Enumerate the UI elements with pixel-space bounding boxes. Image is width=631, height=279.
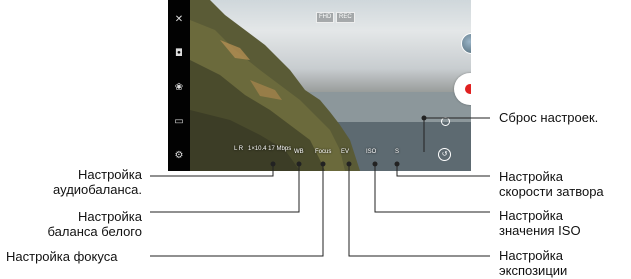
wb-leader [150, 164, 300, 213]
audio-leader [150, 164, 274, 177]
callout-exposure: Настройка экспозиции [499, 248, 568, 278]
callout-white-balance: Настройка баланса белого [47, 209, 142, 239]
focus-leader [150, 164, 324, 257]
callout-iso: Настройка значения ISO [499, 208, 581, 238]
callout-shutter: Настройка скорости затвора [499, 169, 604, 199]
reset-leader [423, 117, 490, 152]
iso-leader [374, 164, 490, 213]
shutter-leader [396, 164, 490, 177]
callout-focus: Настройка фокуса [6, 249, 118, 264]
exposure-leader [348, 164, 490, 257]
callout-audio: Настройка аудиобаланса. [53, 167, 142, 197]
callout-reset: Сброс настроек. [499, 110, 599, 125]
